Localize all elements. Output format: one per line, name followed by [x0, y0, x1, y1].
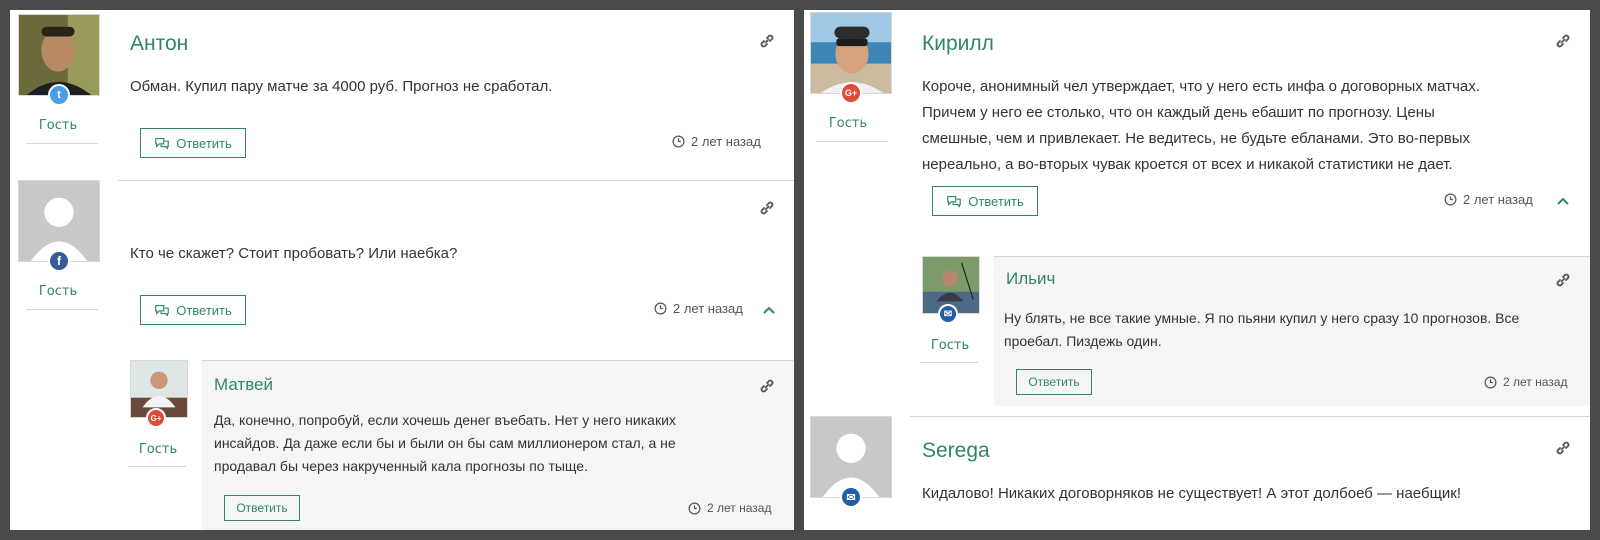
link-icon[interactable]	[1554, 32, 1572, 50]
link-icon[interactable]	[758, 199, 776, 217]
comment-text: Обман. Купил пару матче за 4000 руб. Про…	[130, 78, 553, 95]
comment-body: Матвей Да, конечно, попробуй, если хочеш…	[202, 360, 794, 530]
comment-text: Кто че скажет? Стоит пробовать? Или наеб…	[130, 245, 458, 262]
comment-line: Да, конечно, попробуй, если хочешь денег…	[214, 412, 676, 428]
google-plus-icon[interactable]: G+	[840, 82, 862, 104]
comment-line: нереально, а во-вторых чувак кроется от …	[922, 156, 1453, 173]
divider	[26, 309, 98, 310]
comment-text: Ну блять, не все такие умные. Я по пьяни…	[1004, 307, 1519, 353]
timestamp: 2 лет назад	[1444, 192, 1533, 207]
comment-body: Кто че скажет? Стоит пробовать? Или наеб…	[118, 180, 794, 350]
comments-panel-left: t Гость Антон Обман. Купил пару матче за…	[10, 10, 794, 530]
divider	[920, 362, 978, 363]
link-icon[interactable]	[758, 377, 776, 395]
comment-body: Антон Обман. Купил пару матче за 4000 ру…	[118, 10, 794, 180]
timestamp-text: 2 лет назад	[1463, 192, 1533, 207]
comment-author[interactable]: Serega	[922, 439, 990, 463]
guest-label: Гость	[38, 118, 78, 133]
reply-label: Ответить	[1028, 375, 1080, 389]
clock-icon	[688, 502, 701, 514]
reply-icon	[947, 195, 962, 208]
comment-author[interactable]: Кирилл	[922, 32, 994, 56]
google-plus-icon[interactable]: G+	[146, 408, 166, 428]
comment-line: Короче, анонимный чел утверждает, что у …	[922, 78, 1480, 95]
collapse-chevron-icon[interactable]	[762, 305, 776, 315]
guest-label: Гость	[930, 338, 970, 353]
link-icon[interactable]	[1554, 271, 1572, 289]
guest-label: Гость	[38, 284, 78, 299]
comment-body: Ильич Ну блять, не все такие умные. Я по…	[994, 256, 1590, 406]
link-icon[interactable]	[758, 32, 776, 50]
comment-line: Причем у него ее столько, что он каждый …	[922, 104, 1435, 121]
clock-icon	[1444, 193, 1457, 206]
comments-panel-right: G+ Гость Кирилл Короче, анонимный чел ут…	[804, 10, 1590, 530]
comment-line: проебал. Пиздежь один.	[1004, 333, 1162, 349]
comment-author[interactable]: Матвей	[214, 375, 273, 395]
timestamp-text: 2 лет назад	[673, 301, 743, 316]
comment-body: Кирилл Короче, анонимный чел утверждает,…	[910, 10, 1590, 240]
divider	[816, 141, 888, 142]
twitter-icon[interactable]: t	[48, 84, 70, 106]
comment-line: смешные, чем и привлекает. Не ведитесь, …	[922, 130, 1470, 147]
timestamp-text: 2 лет назад	[691, 134, 761, 149]
reply-button[interactable]: Ответить	[1016, 369, 1092, 395]
email-icon[interactable]: ✉	[840, 486, 862, 508]
email-icon[interactable]: ✉	[938, 304, 958, 324]
comment-text: Короче, анонимный чел утверждает, что у …	[922, 74, 1480, 178]
comment-text: Кидалово! Никаких договорняков не сущест…	[922, 485, 1462, 502]
timestamp-text: 2 лет назад	[1503, 375, 1568, 389]
comment-line: Ну блять, не все такие умные. Я по пьяни…	[1004, 310, 1520, 326]
reply-icon	[155, 304, 170, 317]
divider	[26, 143, 98, 144]
guest-label: Гость	[138, 442, 178, 457]
reply-button[interactable]: Ответить	[224, 495, 300, 521]
reply-label: Ответить	[176, 302, 232, 318]
reply-label: Ответить	[176, 135, 232, 151]
reply-button[interactable]: Ответить	[140, 295, 246, 325]
comment-author[interactable]: Антон	[130, 32, 188, 56]
timestamp: 2 лет назад	[654, 301, 743, 316]
collapse-chevron-icon[interactable]	[1556, 196, 1570, 206]
reply-icon	[155, 137, 170, 150]
clock-icon	[672, 135, 685, 148]
timestamp-text: 2 лет назад	[707, 501, 772, 515]
timestamp: 2 лет назад	[1484, 375, 1567, 389]
clock-icon	[1484, 376, 1497, 388]
facebook-icon[interactable]: f	[48, 250, 70, 272]
comment-line: продавал бы через накрученный кала прогн…	[214, 458, 588, 474]
timestamp: 2 лет назад	[672, 134, 761, 149]
reply-label: Ответить	[236, 501, 288, 515]
link-icon[interactable]	[1554, 439, 1572, 457]
comment-body: Serega Кидалово! Никаких договорняков не…	[910, 416, 1590, 530]
comment-text: Да, конечно, попробуй, если хочешь денег…	[214, 409, 676, 478]
divider	[128, 466, 186, 467]
comment-line: инсайдов. Да даже если бы и были он бы с…	[214, 435, 676, 451]
reply-button[interactable]: Ответить	[932, 186, 1038, 216]
guest-label: Гость	[828, 116, 868, 131]
timestamp: 2 лет назад	[688, 501, 771, 515]
comment-author[interactable]: Ильич	[1006, 269, 1055, 289]
reply-button[interactable]: Ответить	[140, 128, 246, 158]
reply-label: Ответить	[968, 193, 1024, 209]
clock-icon	[654, 302, 667, 315]
